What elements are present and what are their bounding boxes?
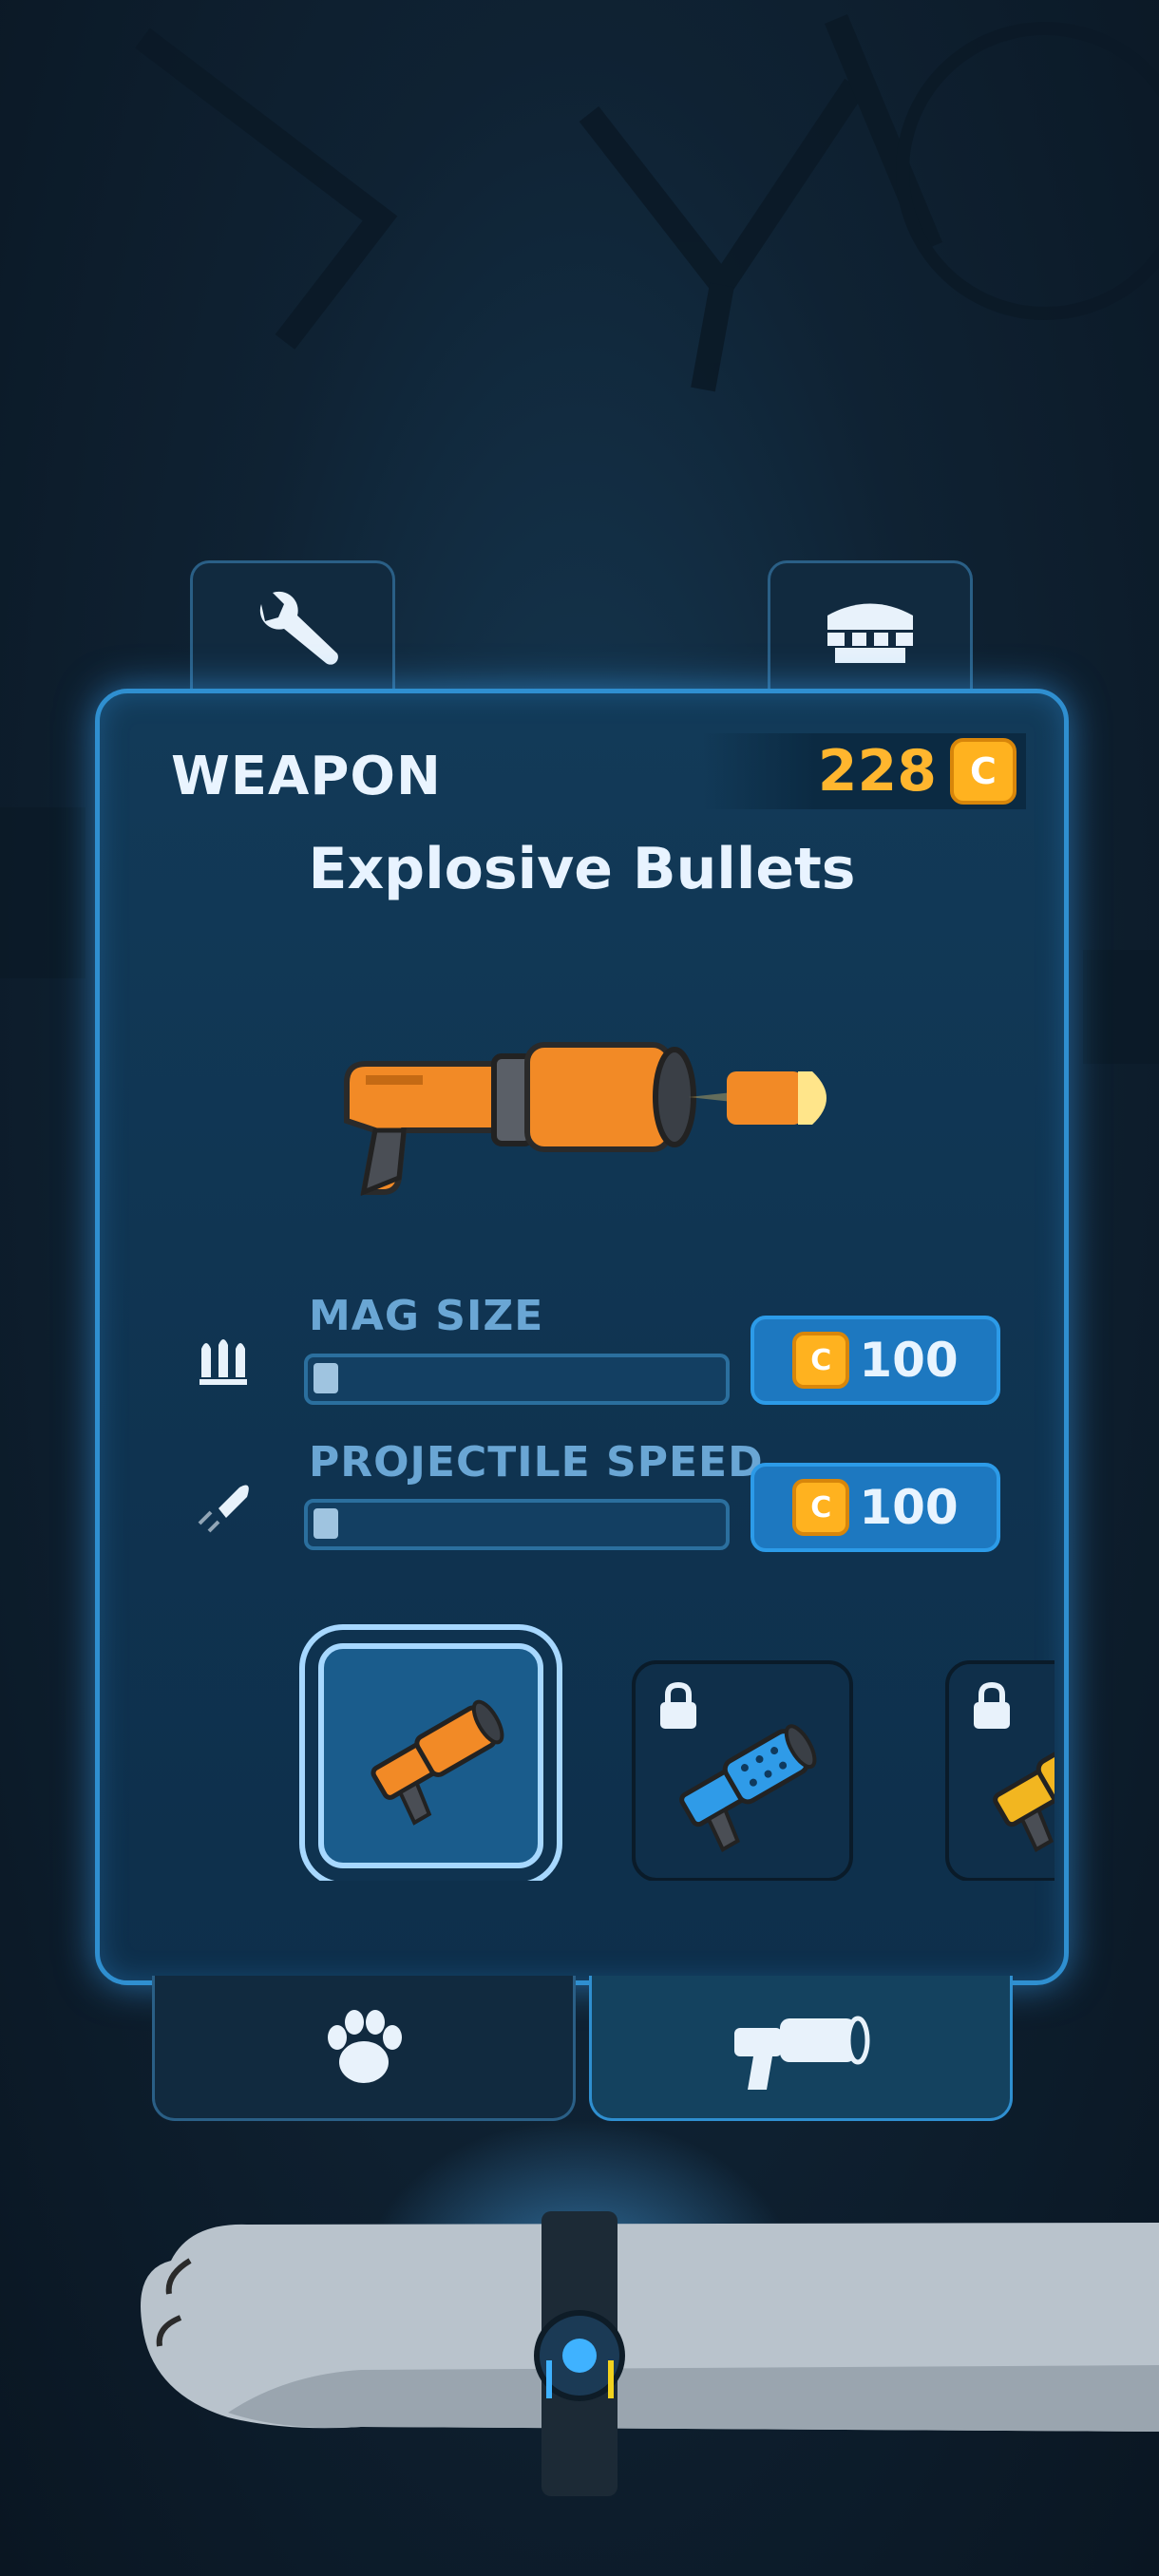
coin-count: 228: [817, 738, 937, 805]
upgrade-price: 100: [859, 1480, 959, 1535]
stat-progress-fill: [314, 1363, 338, 1393]
bullet-illustration: [689, 1071, 826, 1125]
tab-weapons[interactable]: [589, 1976, 1013, 2121]
upgrade-button[interactable]: C 100: [750, 1316, 1000, 1405]
stat-progress-fill: [314, 1508, 338, 1539]
gun-icon: [734, 2016, 870, 2090]
stat-label: PROJECTILE SPEED: [309, 1438, 764, 1487]
paw-icon: [328, 2010, 402, 2083]
weapon-preview: [344, 1042, 826, 1197]
tab-pets[interactable]: [152, 1976, 576, 2121]
character-arm: [141, 2211, 1159, 2496]
coin-balance: 228 C: [703, 733, 1026, 809]
weapon-slot-orange[interactable]: [318, 1643, 543, 1868]
bullets-icon: [200, 1339, 247, 1385]
section-label: WEAPON: [171, 746, 442, 807]
wrist-device: [534, 2211, 625, 2496]
tab-shop[interactable]: [768, 560, 973, 696]
tab-upgrades[interactable]: [190, 560, 395, 696]
coin-icon: C: [950, 738, 1016, 805]
weapon-selector: [100, 1615, 1054, 1881]
orange-blaster-icon: [370, 1699, 504, 1826]
upgrade-button[interactable]: C 100: [750, 1463, 1000, 1552]
weapon-name: Explosive Bullets: [308, 836, 856, 902]
stat-label: MAG SIZE: [309, 1292, 544, 1340]
blue-blaster-icon: [679, 1724, 817, 1852]
weapon-slot-blue[interactable]: [632, 1660, 853, 1881]
stat-progress-bar: [304, 1499, 730, 1550]
weapon-slot-yellow[interactable]: [945, 1660, 1054, 1881]
coin-icon: C: [792, 1479, 850, 1536]
wrench-icon: [259, 591, 338, 665]
upgrade-price: 100: [859, 1333, 959, 1388]
blaster-illustration: [344, 1042, 696, 1197]
stat-progress-bar: [304, 1354, 730, 1405]
projectile-icon: [198, 1485, 249, 1533]
shop-icon: [827, 603, 913, 663]
coin-icon: C: [792, 1332, 850, 1389]
weapon-panel: WEAPON 228 C Explosive Bullets MAG SIZE …: [95, 689, 1069, 1985]
yellow-blaster-icon: [993, 1729, 1054, 1852]
